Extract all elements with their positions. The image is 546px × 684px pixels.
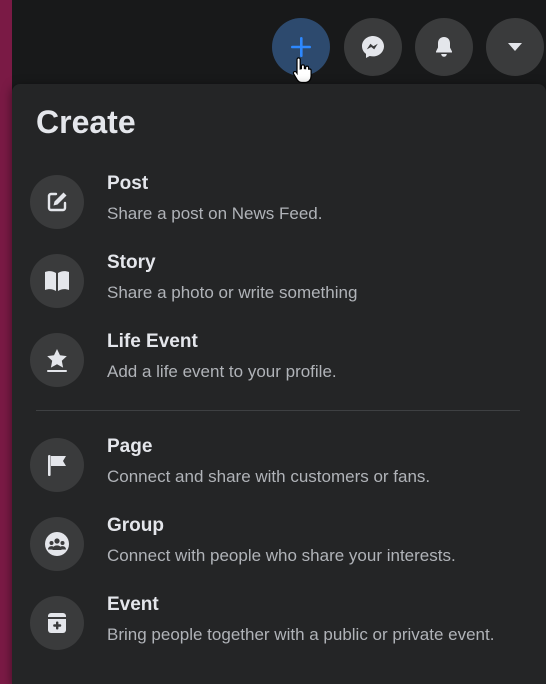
item-label: Story xyxy=(107,252,156,273)
create-story-item[interactable]: Story Share a photo or write something xyxy=(30,248,530,320)
caret-down-icon xyxy=(508,43,522,51)
star-icon xyxy=(30,333,84,387)
create-event-item[interactable]: Event Bring people together with a publi… xyxy=(30,590,530,662)
create-group-item[interactable]: Group Connect with people who share your… xyxy=(30,511,530,583)
item-description: Add a life event to your profile. xyxy=(107,362,337,381)
group-icon xyxy=(30,517,84,571)
calendar-icon xyxy=(30,596,84,650)
create-page-item[interactable]: Page Connect and share with customers or… xyxy=(30,432,530,504)
compose-icon xyxy=(30,175,84,229)
flag-icon xyxy=(30,438,84,492)
top-navigation-bar xyxy=(12,0,546,84)
messenger-icon xyxy=(362,36,384,58)
create-menu: Create Post Share a post on News Feed. S… xyxy=(12,84,546,684)
item-description: Connect and share with customers or fans… xyxy=(107,467,431,486)
messenger-button[interactable] xyxy=(344,18,402,76)
item-description: Share a post on News Feed. xyxy=(107,204,323,223)
plus-icon xyxy=(291,37,311,57)
item-label: Group xyxy=(107,515,164,536)
menu-title: Create xyxy=(36,104,136,140)
item-label: Page xyxy=(107,436,153,457)
app-window: Create Post Share a post on News Feed. S… xyxy=(12,0,546,684)
bell-icon xyxy=(436,37,452,57)
notifications-button[interactable] xyxy=(415,18,473,76)
menu-divider xyxy=(36,410,520,411)
item-label: Event xyxy=(107,594,159,615)
create-life-event-item[interactable]: Life Event Add a life event to your prof… xyxy=(30,327,530,399)
create-button[interactable] xyxy=(272,18,330,76)
item-description: Share a photo or write something xyxy=(107,283,358,302)
item-label: Post xyxy=(107,173,149,194)
item-description: Bring people together with a public or p… xyxy=(107,625,495,644)
account-menu-button[interactable] xyxy=(486,18,544,76)
item-description: Connect with people who share your inter… xyxy=(107,546,456,565)
book-icon xyxy=(30,254,84,308)
create-post-item[interactable]: Post Share a post on News Feed. xyxy=(30,169,530,241)
item-label: Life Event xyxy=(107,331,198,352)
